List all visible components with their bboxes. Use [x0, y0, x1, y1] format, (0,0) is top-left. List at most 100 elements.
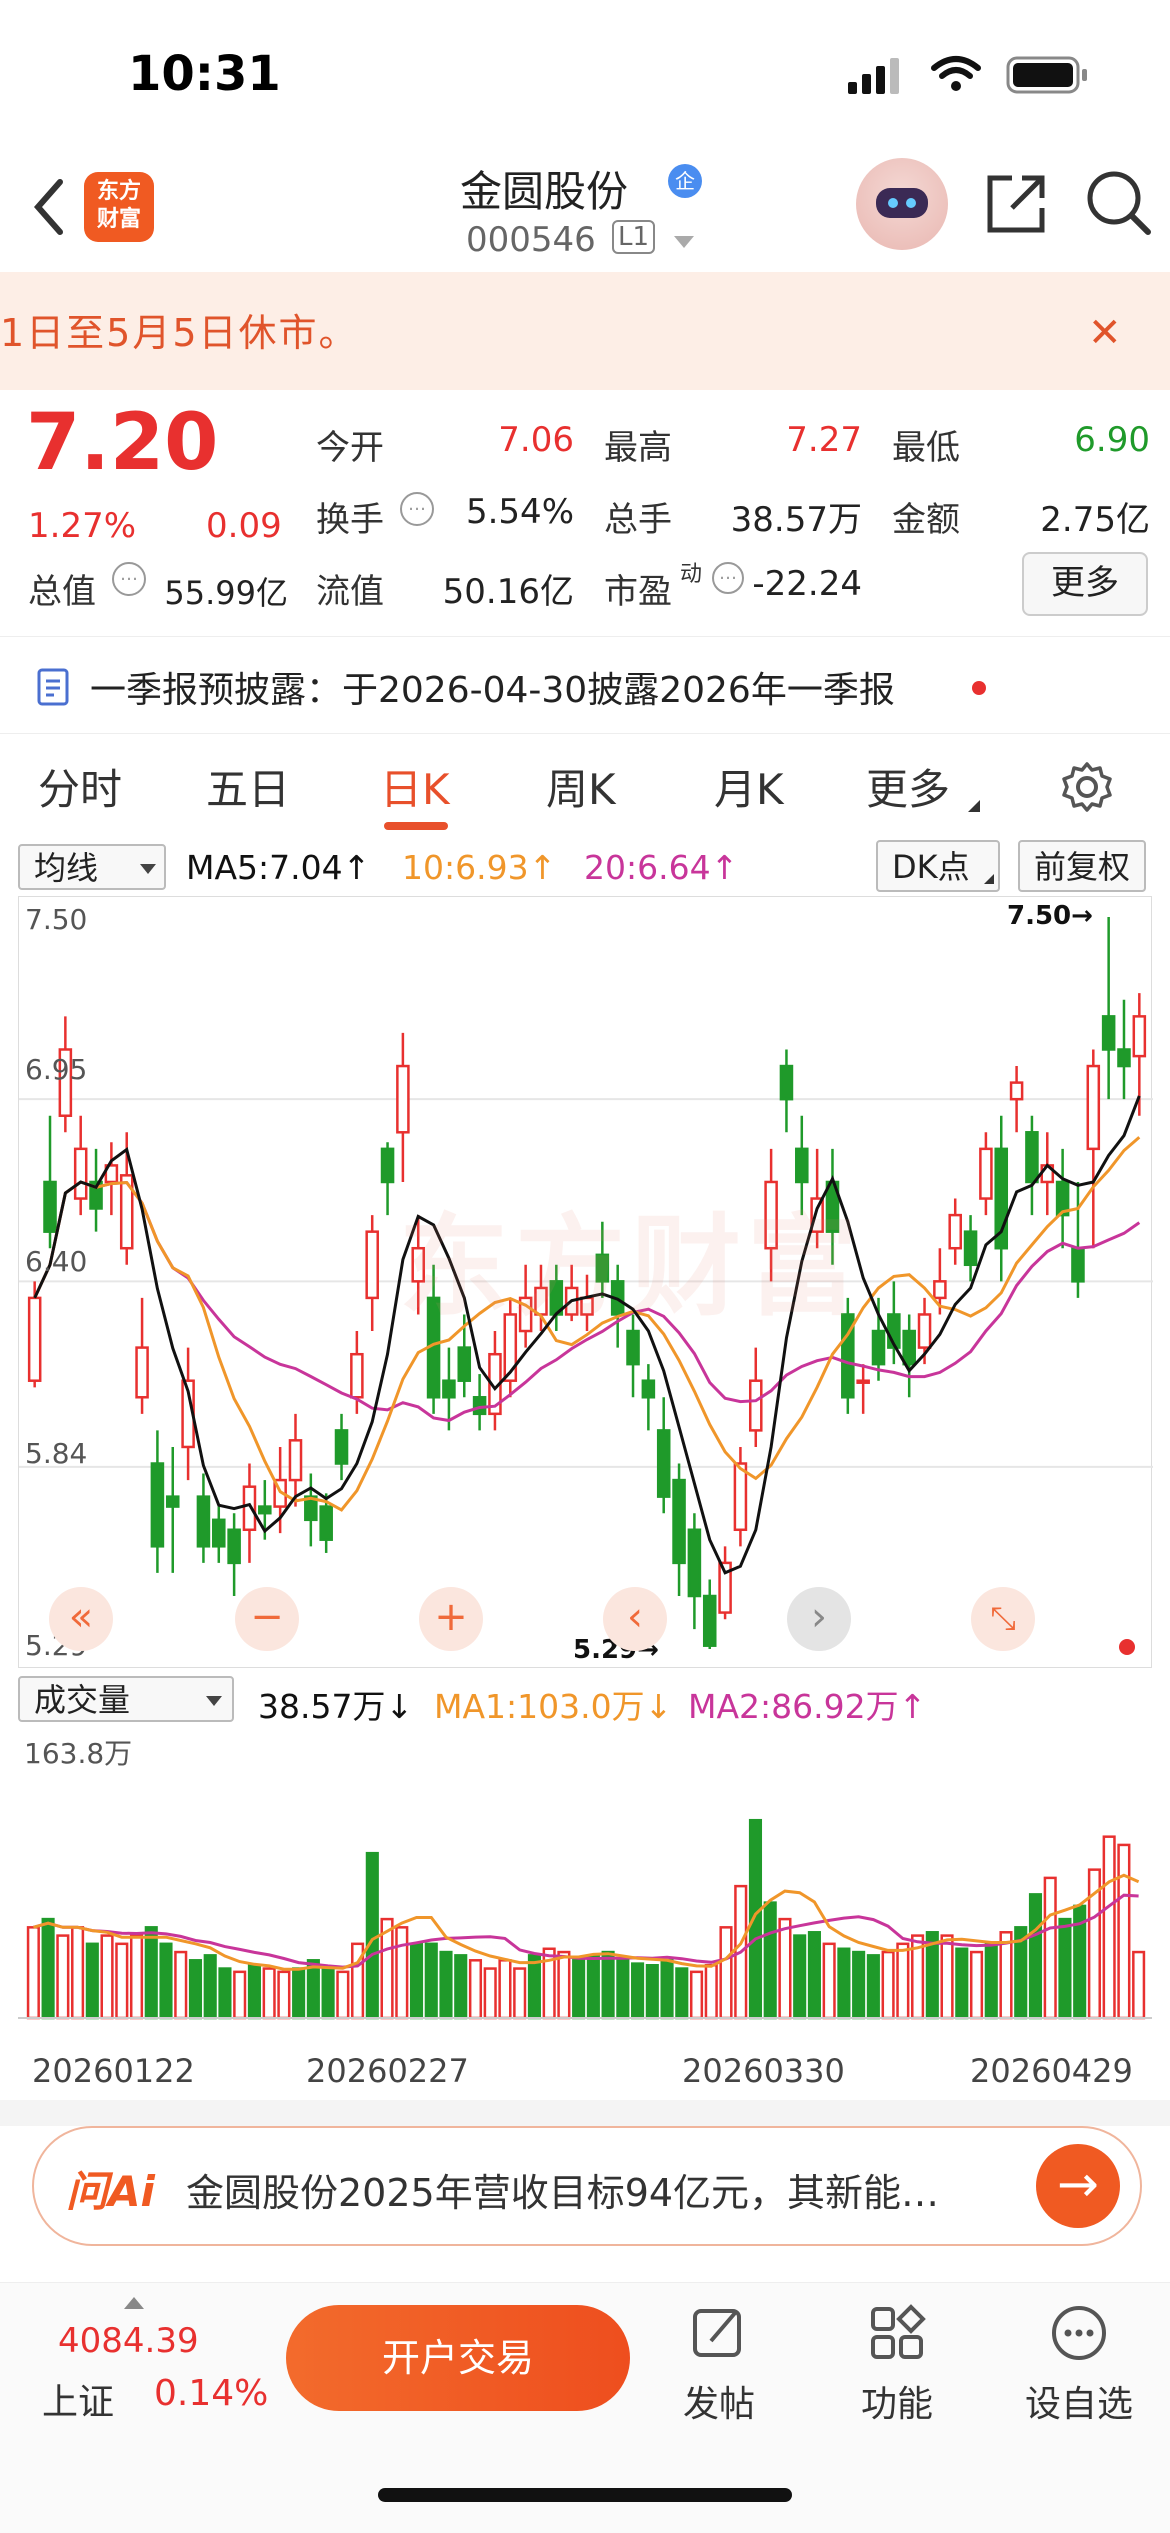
volume-bar — [601, 1950, 615, 2020]
tab-monthly-k[interactable]: 月K — [714, 756, 784, 817]
divider — [0, 2100, 1170, 2126]
y-label-4: 5.84 — [25, 1437, 88, 1470]
open-account-button[interactable]: 开户交易 — [286, 2305, 630, 2411]
kline-chart[interactable]: 东方财富 7.50 6.95 6.40 5.84 5.29 7.50→ 5.29… — [18, 896, 1153, 1668]
volume-bar — [881, 1950, 895, 2020]
tab-five-day[interactable]: 五日 — [206, 756, 290, 817]
ai-news-card[interactable]: 问Ai 金圆股份2025年营收目标94亿元，其新能… → — [32, 2126, 1142, 2246]
info-icon[interactable]: … — [400, 492, 434, 526]
dropdown-arrow-icon[interactable] — [674, 236, 694, 248]
volume-bar — [1117, 1843, 1131, 2020]
nav-header: 东方 财富 金圆股份 企 000546 L1 — [0, 150, 1170, 270]
status-time: 10:31 — [128, 46, 281, 102]
post-button[interactable]: 发帖 — [644, 2303, 794, 2427]
dropdown-arrow-icon — [206, 1696, 222, 1706]
info-icon[interactable]: … — [112, 562, 146, 596]
volume-bar — [203, 1954, 217, 2020]
dk-point-label: DK点 — [892, 848, 970, 886]
volume-legend: 成交量 38.57万↓ MA1:103.0万↓ MA2:86.92万↑ — [0, 1672, 1170, 1726]
ma20-value: 20:6.64↑ — [584, 848, 739, 887]
volume-bar — [557, 1950, 571, 2020]
volume-svg — [18, 1818, 1152, 2020]
volume-bar — [41, 1917, 55, 2020]
corner-arrow-icon — [984, 874, 994, 884]
volume-bar — [660, 1959, 674, 2020]
candle-body — [135, 1346, 149, 1399]
volume-bar — [675, 1967, 689, 2020]
ma5-value: MA5:7.04↑ — [186, 848, 371, 887]
adjust-button[interactable]: 前复权 — [1018, 840, 1146, 892]
candle-body — [442, 1379, 456, 1399]
notice-bar[interactable]: 一季报预披露：于2026-04-30披露2026年一季报 — [0, 636, 1170, 734]
candle-body — [150, 1462, 165, 1548]
volume-bar — [336, 1970, 350, 2020]
wifi-icon — [931, 56, 981, 91]
candle-body — [27, 1296, 42, 1382]
zoom-out-icon[interactable]: − — [235, 1587, 299, 1651]
volume-bar — [100, 1934, 114, 2020]
more-dots-icon — [1052, 2306, 1106, 2360]
max-marker: 7.50→ — [1007, 901, 1093, 931]
back-arrow-icon[interactable] — [26, 172, 76, 242]
volume-bar — [498, 1959, 512, 2020]
candle-body — [165, 1495, 180, 1508]
arrow-right-icon[interactable]: → — [1036, 2144, 1120, 2228]
volume-bar — [616, 1959, 630, 2020]
volume-bar — [365, 1851, 379, 2020]
candle-body — [748, 1379, 763, 1432]
tab-more[interactable]: 更多 — [866, 756, 950, 817]
volume-bar — [645, 1964, 659, 2020]
ai-news-text: 金圆股份2025年营收目标94亿元，其新能… — [186, 2171, 940, 2215]
search-icon[interactable] — [1084, 168, 1154, 240]
float-label: 流值 — [316, 572, 384, 612]
index-pct[interactable]: 0.14% — [154, 2373, 268, 2414]
high-label: 最高 — [604, 428, 672, 468]
functions-label: 功能 — [860, 2384, 933, 2425]
candle-body — [288, 1439, 303, 1482]
volume-bar — [631, 1962, 645, 2020]
candle-body — [43, 1180, 57, 1233]
candle-body — [871, 1329, 886, 1366]
watchlist-button[interactable]: 设自选 — [1004, 2303, 1154, 2427]
post-label: 发帖 — [682, 2384, 755, 2425]
indicator-select-label: 均线 — [34, 849, 99, 887]
volume-bar — [1132, 1950, 1146, 2020]
functions-button[interactable]: 功能 — [822, 2303, 972, 2427]
scroll-left-fast-icon[interactable]: « — [49, 1587, 113, 1651]
battery-icon — [1006, 56, 1087, 94]
adjust-label: 前复权 — [1034, 848, 1131, 886]
more-button[interactable]: 更多 — [1022, 552, 1148, 616]
candle-body — [948, 1213, 962, 1250]
current-price: 7.20 — [26, 398, 219, 488]
candle-body — [702, 1594, 717, 1647]
tab-weekly-k[interactable]: 周K — [546, 756, 616, 817]
volume-indicator-select[interactable]: 成交量 — [18, 1676, 234, 1722]
grid-icon — [871, 2304, 926, 2359]
close-icon[interactable]: ✕ — [1088, 310, 1122, 356]
candle-body — [472, 1396, 487, 1416]
candle-body — [779, 1064, 794, 1101]
tab-intraday[interactable]: 分时 — [38, 756, 122, 817]
index-name[interactable]: 上证 — [42, 2373, 114, 2425]
volume-bar — [424, 1942, 438, 2020]
fullscreen-icon[interactable]: ⤡ — [971, 1587, 1035, 1651]
tab-daily-k[interactable]: 日K — [380, 756, 450, 817]
holiday-banner: 1日至5月5日休市。 ✕ — [0, 272, 1170, 390]
scroll-right-icon[interactable]: › — [787, 1587, 851, 1651]
volume-bar — [778, 1917, 792, 2020]
volume-bar — [1102, 1835, 1116, 2020]
dk-point-button[interactable]: DK点 — [876, 840, 1000, 892]
candle-body — [1101, 1015, 1116, 1051]
level-badge[interactable]: L1 — [612, 220, 656, 254]
scroll-left-icon[interactable]: ‹ — [603, 1587, 667, 1651]
date-label-3: 20260330 — [682, 2052, 845, 2090]
ai-robot-avatar[interactable] — [856, 158, 948, 250]
candle-body — [196, 1495, 211, 1548]
volume-chart[interactable]: 163.8万 — [18, 1728, 1152, 2038]
signal-icon — [848, 58, 899, 94]
settings-gear-icon[interactable] — [1060, 760, 1114, 814]
zoom-in-icon[interactable]: + — [419, 1587, 483, 1651]
expand-up-icon[interactable] — [124, 2297, 144, 2309]
share-icon[interactable] — [982, 170, 1050, 238]
index-value[interactable]: 4084.39 — [58, 2321, 199, 2361]
